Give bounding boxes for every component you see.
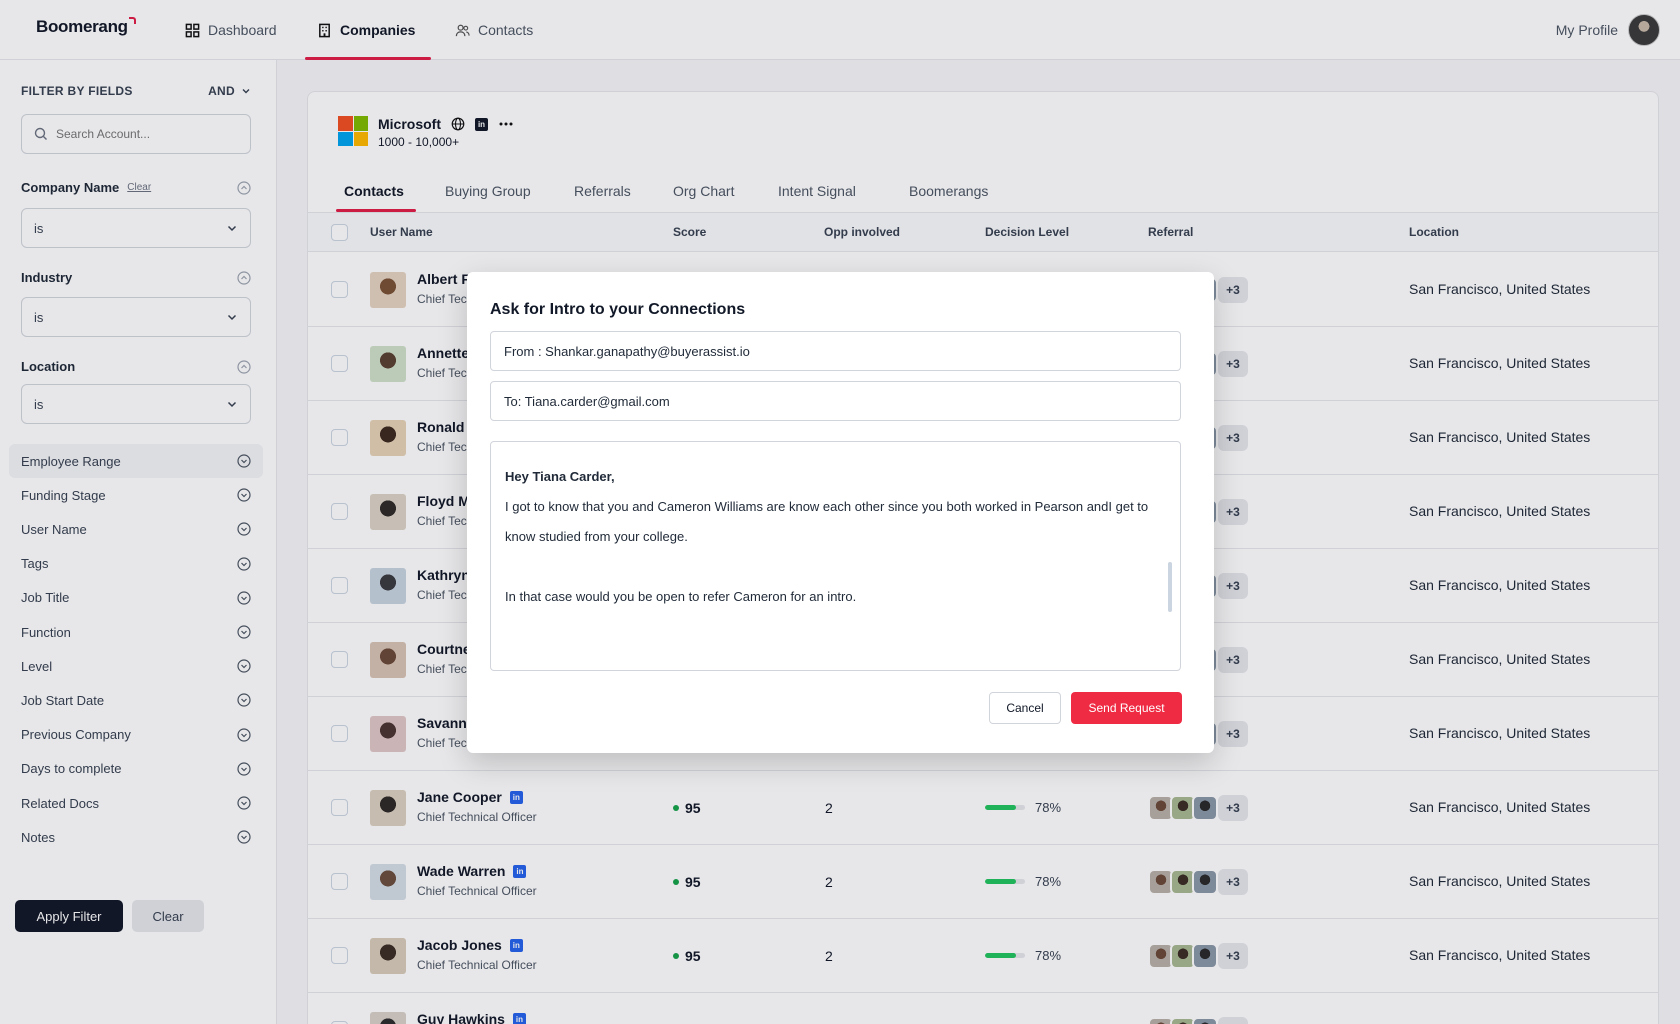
message-textarea[interactable]: Hey Tiana Carder, I got to know that you… — [490, 441, 1181, 671]
from-field[interactable]: From : Shankar.ganapathy@buyerassist.io — [490, 331, 1181, 371]
scrollbar[interactable] — [1168, 562, 1172, 612]
message-paragraph: I got to know that you and Cameron Willi… — [505, 499, 1149, 544]
to-field[interactable]: To: Tiana.carder@gmail.com — [490, 381, 1181, 421]
modal-title: Ask for Intro to your Connections — [490, 301, 746, 318]
send-request-button[interactable]: Send Request — [1071, 692, 1182, 724]
cancel-button[interactable]: Cancel — [989, 692, 1061, 724]
modal-backdrop[interactable]: Ask for Intro to your Connections From :… — [0, 0, 1680, 1024]
message-greeting: Hey Tiana Carder, — [505, 469, 615, 484]
message-paragraph: In that case would you be open to refer … — [505, 589, 857, 604]
intro-request-modal: Ask for Intro to your Connections From :… — [467, 272, 1214, 753]
